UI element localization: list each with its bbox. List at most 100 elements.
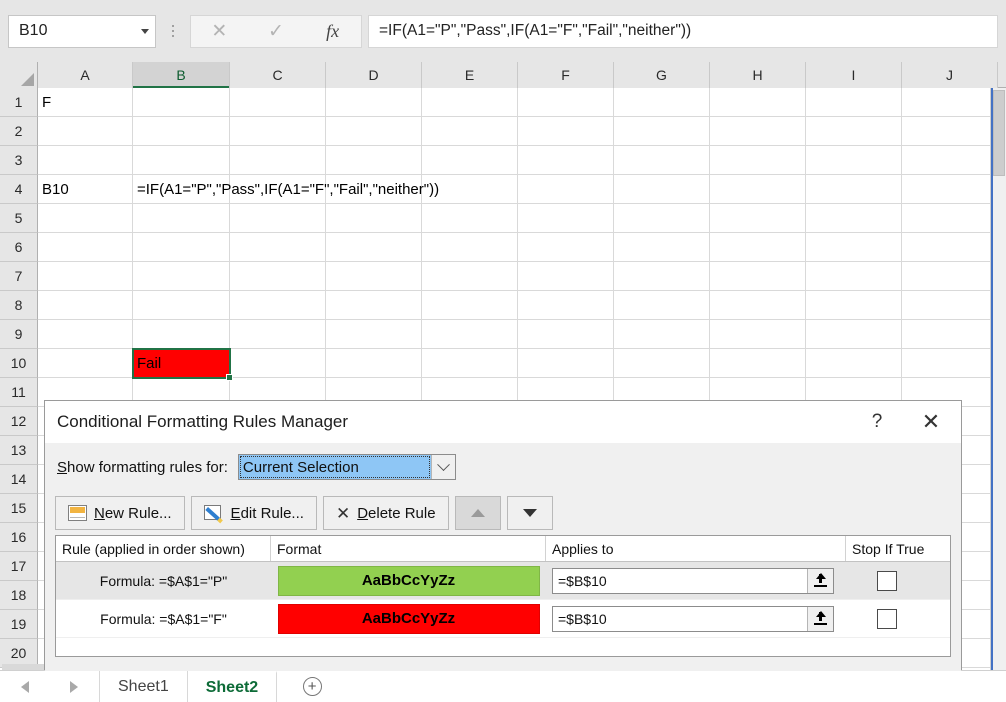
- cell-d9[interactable]: [326, 320, 422, 349]
- cell-g8[interactable]: [614, 291, 710, 320]
- edit-rule-button[interactable]: Edit Rule...: [190, 496, 317, 530]
- column-header-f[interactable]: F: [518, 62, 614, 88]
- cell-b8[interactable]: [133, 291, 230, 320]
- cell-h1[interactable]: [710, 88, 806, 117]
- show-rules-dropdown[interactable]: Current Selection: [237, 454, 456, 480]
- row-header-19[interactable]: 19: [0, 610, 38, 639]
- cell-b6[interactable]: [133, 233, 230, 262]
- name-box[interactable]: B10: [8, 14, 156, 48]
- move-rule-down-button[interactable]: [506, 496, 553, 530]
- cell-b1[interactable]: [133, 88, 230, 117]
- cell-f8[interactable]: [518, 291, 614, 320]
- select-all-corner[interactable]: [0, 62, 38, 88]
- cell-g10[interactable]: [614, 349, 710, 378]
- row-header-5[interactable]: 5: [0, 204, 38, 233]
- column-header-h[interactable]: H: [710, 62, 806, 88]
- cell-g1[interactable]: [614, 88, 710, 117]
- check-icon[interactable]: ✓: [251, 16, 301, 47]
- row-header-7[interactable]: 7: [0, 262, 38, 291]
- cell-a1[interactable]: F: [38, 88, 133, 117]
- cell-g3[interactable]: [614, 146, 710, 175]
- cell-j8[interactable]: [902, 291, 998, 320]
- cell-d8[interactable]: [326, 291, 422, 320]
- sheet-tab-sheet2[interactable]: Sheet2: [187, 671, 278, 702]
- move-rule-up-button[interactable]: [454, 496, 501, 530]
- applies-to-field[interactable]: =$B$10: [552, 605, 834, 632]
- cell-j5[interactable]: [902, 204, 998, 233]
- column-header-d[interactable]: D: [326, 62, 422, 88]
- cell-h10[interactable]: [710, 349, 806, 378]
- cell-e10[interactable]: [422, 349, 518, 378]
- cell-b3[interactable]: [133, 146, 230, 175]
- cell-g5[interactable]: [614, 204, 710, 233]
- cell-d6[interactable]: [326, 233, 422, 262]
- cell-d2[interactable]: [326, 117, 422, 146]
- row-header-1[interactable]: 1: [0, 88, 38, 117]
- column-header-j[interactable]: J: [902, 62, 998, 88]
- cell-f2[interactable]: [518, 117, 614, 146]
- cell-b10[interactable]: Fail: [132, 348, 233, 381]
- cell-i9[interactable]: [806, 320, 902, 349]
- cell-c1[interactable]: [230, 88, 326, 117]
- cell-c2[interactable]: [230, 117, 326, 146]
- cell-c7[interactable]: [230, 262, 326, 291]
- cell-g2[interactable]: [614, 117, 710, 146]
- cell-a8[interactable]: [38, 291, 133, 320]
- new-rule-button[interactable]: New Rule...: [55, 496, 185, 530]
- cell-h2[interactable]: [710, 117, 806, 146]
- cell-c6[interactable]: [230, 233, 326, 262]
- column-header-i[interactable]: I: [806, 62, 902, 88]
- cell-i8[interactable]: [806, 291, 902, 320]
- cell-b9[interactable]: [133, 320, 230, 349]
- cell-d3[interactable]: [326, 146, 422, 175]
- cell-b5[interactable]: [133, 204, 230, 233]
- row-header-17[interactable]: 17: [0, 552, 38, 581]
- cell-f6[interactable]: [518, 233, 614, 262]
- cell-f5[interactable]: [518, 204, 614, 233]
- range-selector-button[interactable]: [807, 568, 833, 593]
- cell-e3[interactable]: [422, 146, 518, 175]
- cell-a4[interactable]: B10: [38, 175, 133, 204]
- row-header-16[interactable]: 16: [0, 523, 38, 552]
- cell-f10[interactable]: [518, 349, 614, 378]
- cancel-icon[interactable]: ✕: [194, 16, 244, 47]
- cell-h9[interactable]: [710, 320, 806, 349]
- help-icon[interactable]: ?: [855, 405, 899, 439]
- cell-d7[interactable]: [326, 262, 422, 291]
- cell-j9[interactable]: [902, 320, 998, 349]
- cell-j4[interactable]: [902, 175, 998, 204]
- cell-i5[interactable]: [806, 204, 902, 233]
- cell-a7[interactable]: [38, 262, 133, 291]
- row-header-3[interactable]: 3: [0, 146, 38, 175]
- cell-h8[interactable]: [710, 291, 806, 320]
- row-header-8[interactable]: 8: [0, 291, 38, 320]
- cell-b2[interactable]: [133, 117, 230, 146]
- cell-j10[interactable]: [902, 349, 998, 378]
- row-header-11[interactable]: 11: [0, 378, 38, 407]
- cell-e1[interactable]: [422, 88, 518, 117]
- column-header-b[interactable]: B: [133, 62, 230, 89]
- cell-a9[interactable]: [38, 320, 133, 349]
- fill-handle[interactable]: [226, 374, 233, 381]
- stop-if-true-checkbox[interactable]: [877, 570, 897, 591]
- formula-input[interactable]: =IF(A1="P","Pass",IF(A1="F","Fail","neit…: [368, 14, 998, 48]
- cell-e5[interactable]: [422, 204, 518, 233]
- vertical-scrollbar-thumb[interactable]: [993, 90, 1005, 176]
- rule-format-cell[interactable]: AaBbCcYyZz: [271, 562, 546, 599]
- cell-g7[interactable]: [614, 262, 710, 291]
- cell-i1[interactable]: [806, 88, 902, 117]
- delete-rule-button[interactable]: ✕ Delete Rule: [322, 496, 449, 530]
- cell-h7[interactable]: [710, 262, 806, 291]
- rule-format-cell[interactable]: AaBbCcYyZz: [271, 600, 546, 637]
- cell-i10[interactable]: [806, 349, 902, 378]
- cell-j2[interactable]: [902, 117, 998, 146]
- close-icon[interactable]: ✕: [909, 405, 953, 439]
- cell-a2[interactable]: [38, 117, 133, 146]
- cell-i4[interactable]: [806, 175, 902, 204]
- stop-if-true-checkbox[interactable]: [877, 608, 897, 629]
- column-header-a[interactable]: A: [38, 62, 133, 88]
- add-sheet-button[interactable]: +: [277, 671, 347, 702]
- cell-h5[interactable]: [710, 204, 806, 233]
- rule-row[interactable]: Formula: =$A$1="P" AaBbCcYyZz =$B$10: [56, 562, 950, 600]
- cell-a10[interactable]: [38, 349, 133, 378]
